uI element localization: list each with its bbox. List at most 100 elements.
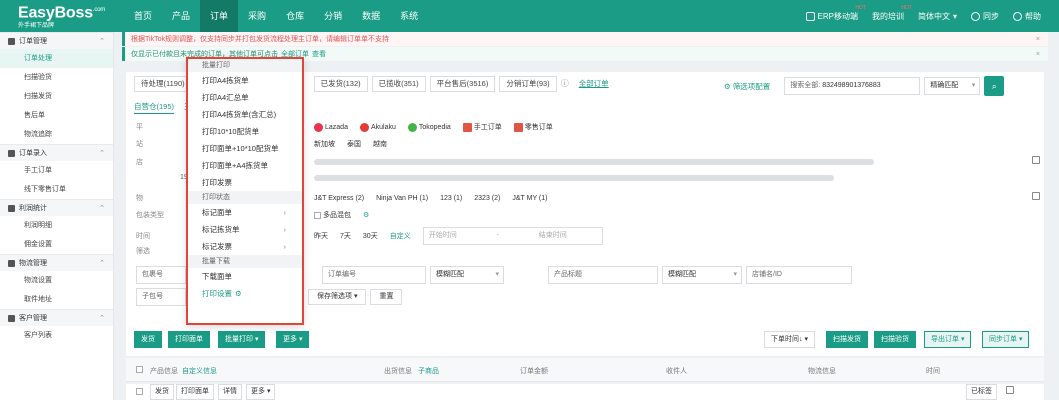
site-vn[interactable]: 越南	[373, 139, 387, 149]
erp-mobile-link[interactable]: ERP移动端 HOT	[805, 5, 866, 22]
time-7d[interactable]: 7天	[340, 231, 351, 241]
menu-print-invoice[interactable]: 打印发票	[188, 174, 302, 191]
menu-mark-invoice[interactable]: 标记发票 ›	[188, 238, 302, 255]
menu-mark-picking[interactable]: 标记拣货单 ›	[188, 221, 302, 238]
row-tag-button[interactable]: 已标签	[966, 384, 997, 400]
tab-collected[interactable]: 已揽收(351)	[371, 76, 426, 92]
menu-print-label-a4[interactable]: 打印面单+A4拣货单	[188, 157, 302, 174]
sidebar-item-order-process[interactable]: 订单处理	[0, 49, 113, 68]
nav-item-products[interactable]: 产品	[162, 0, 200, 32]
sync-link[interactable]: 同步	[971, 11, 999, 22]
nav-item-system[interactable]: 系统	[390, 0, 428, 32]
logistics-ninja[interactable]: Ninja Van PH (1)	[376, 195, 428, 202]
close-icon[interactable]: ×	[1036, 51, 1040, 58]
sidebar-item-aftersale[interactable]: 售后单	[0, 106, 113, 125]
site-sg[interactable]: 新加坡	[314, 139, 335, 149]
time-yesterday[interactable]: 昨天	[314, 231, 328, 241]
more-button[interactable]: 更多 ▾	[276, 331, 310, 348]
nav-item-orders[interactable]: 订单	[200, 0, 239, 32]
sidebar-item-pickup-address[interactable]: 取件地址	[0, 290, 113, 309]
sidebar-group-order-entry[interactable]: 订单录入 ⌃	[0, 144, 113, 161]
sidebar-item-manual-order[interactable]: 手工订单	[0, 161, 113, 180]
close-icon[interactable]: ×	[1036, 36, 1040, 43]
nav-item-warehouse[interactable]: 仓库	[276, 0, 314, 32]
sidebar-item-commission[interactable]: 佣金设置	[0, 235, 113, 254]
copy-icon[interactable]	[1032, 156, 1040, 164]
batch-print-button[interactable]: 批量打印 ▾	[218, 331, 266, 348]
sidebar-group-customers[interactable]: 客户管理 ⌃	[0, 309, 113, 326]
language-select[interactable]: 简体中文 ▾	[918, 11, 957, 22]
export-button[interactable]: 导出订单 ▾	[924, 331, 972, 348]
time-custom[interactable]: 自定义	[390, 231, 411, 241]
platform-akulaku[interactable]: Akulaku	[359, 122, 396, 132]
training-link[interactable]: 我的培训 HOT	[872, 5, 912, 22]
scan-ship-button[interactable]: 扫描发货	[826, 331, 868, 348]
sidebar-item-profit-detail[interactable]: 利润明细	[0, 216, 113, 235]
order-no-input[interactable]: 订单编号	[322, 266, 426, 284]
sync-orders-button[interactable]: 同步订单 ▾	[982, 331, 1030, 348]
menu-print-10x10[interactable]: 打印10*10配货单	[188, 123, 302, 140]
reset-button[interactable]: 重置	[370, 289, 403, 305]
all-orders-link[interactable]: 全部订单	[579, 76, 609, 92]
menu-print-label-10x10[interactable]: 打印面单+10*10配货单	[188, 140, 302, 157]
row-more-button[interactable]: 更多 ▾	[246, 384, 276, 400]
select-all-checkbox[interactable]	[136, 366, 143, 373]
filter-config-link[interactable]: ⚙ 筛选项配置	[724, 81, 770, 92]
fuzzy-match-select-1[interactable]: 模糊匹配	[430, 266, 504, 284]
tab-aftersale[interactable]: 平台售后(3516)	[429, 76, 496, 92]
copy-icon[interactable]	[1032, 192, 1040, 200]
sidebar-item-offline-order[interactable]: 线下零售订单	[0, 180, 113, 199]
sidebar-group-profit[interactable]: 利润统计 ⌃	[0, 199, 113, 216]
logistics-2323[interactable]: 2323 (2)	[474, 195, 500, 202]
product-title-input[interactable]: 产品标题	[548, 266, 658, 284]
menu-print-a4-summary[interactable]: 打印A4汇总单	[188, 89, 302, 106]
row-ship-button[interactable]: 发货	[150, 384, 174, 400]
sidebar-group-logistics[interactable]: 物流管理 ⌃	[0, 254, 113, 271]
logistics-123[interactable]: 123 (1)	[440, 195, 462, 202]
view-link[interactable]: 查看	[312, 49, 326, 59]
nav-item-data[interactable]: 数据	[352, 0, 390, 32]
platform-manual[interactable]: 手工订单	[462, 122, 502, 132]
sidebar-item-tracking[interactable]: 物流追踪	[0, 125, 113, 144]
logistics-jtmy[interactable]: J&T MY (1)	[512, 195, 547, 202]
store-name-input[interactable]: 店铺名/ID	[746, 266, 852, 284]
row-checkbox[interactable]	[136, 388, 143, 395]
sidebar-item-customer-list[interactable]: 客户列表	[0, 326, 113, 345]
tab-pending[interactable]: 待处理(1190)	[134, 76, 192, 92]
menu-print-a4-picking[interactable]: 打印A4拣货单	[188, 72, 302, 89]
sidebar-group-orders[interactable]: 订单管理 ⌃	[0, 32, 113, 49]
search-input[interactable]: 搜索全部: 832498901376883	[784, 77, 921, 95]
menu-print-a4-picking-summary[interactable]: 打印A4拣货单(含汇总)	[188, 106, 302, 123]
help-link[interactable]: 帮助	[1013, 11, 1041, 22]
save-filter-button[interactable]: 保存筛选项 ▾	[308, 289, 367, 305]
col-sub-item[interactable]: 子商品	[418, 366, 439, 376]
col-custom-info[interactable]: 自定义信息	[182, 366, 217, 376]
nav-item-home[interactable]: 首页	[124, 0, 162, 32]
package-no-input[interactable]: 包裹号	[136, 266, 186, 284]
logistics-jt[interactable]: J&T Express (2)	[314, 195, 364, 202]
nav-item-distribution[interactable]: 分销	[314, 0, 352, 32]
menu-download-label[interactable]: 下载面单	[188, 268, 302, 285]
scan-check-button[interactable]: 扫描验货	[874, 331, 916, 348]
row-detail-button[interactable]: 详情	[218, 384, 242, 400]
tab-shipped[interactable]: 已发货(132)	[313, 76, 368, 92]
ship-button[interactable]: 发货	[134, 331, 162, 348]
sidebar-item-logistics-settings[interactable]: 物流设置	[0, 271, 113, 290]
sort-select[interactable]: 下单时间↓ ▾	[764, 331, 815, 348]
platform-lazada[interactable]: Lazada	[314, 122, 348, 132]
help-icon[interactable]: ⓘ	[561, 76, 569, 92]
site-th[interactable]: 泰国	[347, 139, 361, 149]
row-print-button[interactable]: 打印面单	[176, 384, 214, 400]
date-range-input[interactable]: 开始时间 - 结束时间	[422, 227, 603, 245]
menu-print-settings[interactable]: 打印设置 ⚙	[188, 285, 302, 302]
nav-item-purchase[interactable]: 采购	[238, 0, 276, 32]
platform-retail[interactable]: 零售订单	[513, 122, 553, 132]
match-select[interactable]: 精确匹配	[924, 77, 981, 95]
fuzzy-match-select-2[interactable]: 模糊匹配	[662, 266, 742, 284]
platform-tokopedia[interactable]: Tokopedia	[407, 122, 451, 132]
search-button[interactable]: ⌕	[984, 76, 1005, 96]
row-copy-icon[interactable]	[1006, 386, 1014, 394]
tab-distribution[interactable]: 分销订单(93)	[499, 76, 557, 92]
checkbox[interactable]	[314, 211, 321, 219]
print-label-button[interactable]: 打印面单	[168, 331, 210, 348]
